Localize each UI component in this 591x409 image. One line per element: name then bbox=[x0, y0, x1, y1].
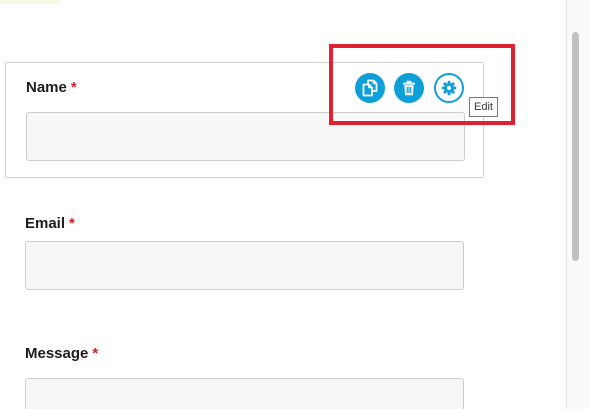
edit-button[interactable] bbox=[434, 73, 464, 103]
email-field-block[interactable]: Email * bbox=[5, 200, 484, 300]
message-field-block[interactable]: Message * bbox=[5, 330, 484, 409]
required-marker: * bbox=[92, 345, 99, 362]
vertical-scrollbar[interactable] bbox=[566, 0, 591, 409]
duplicate-button[interactable] bbox=[355, 73, 385, 103]
required-marker: * bbox=[70, 79, 77, 96]
required-marker: * bbox=[69, 215, 75, 232]
email-label-text: Email bbox=[25, 215, 66, 232]
message-label-text: Message bbox=[25, 345, 89, 362]
scrollbar-thumb[interactable] bbox=[572, 32, 579, 261]
email-field-label: Email * bbox=[25, 215, 75, 232]
message-input[interactable] bbox=[25, 378, 464, 409]
edit-tooltip: Edit bbox=[469, 97, 498, 117]
gear-icon bbox=[441, 80, 457, 96]
email-input[interactable] bbox=[25, 241, 464, 290]
top-fade bbox=[0, 0, 60, 4]
trash-icon bbox=[403, 80, 415, 96]
duplicate-icon bbox=[362, 79, 378, 97]
delete-button[interactable] bbox=[394, 73, 424, 103]
name-label-text: Name bbox=[26, 79, 67, 96]
form-builder-canvas: Name * Email * Message * Edit bbox=[0, 0, 591, 409]
message-field-label: Message * bbox=[25, 345, 98, 362]
name-field-label: Name * bbox=[26, 79, 77, 96]
